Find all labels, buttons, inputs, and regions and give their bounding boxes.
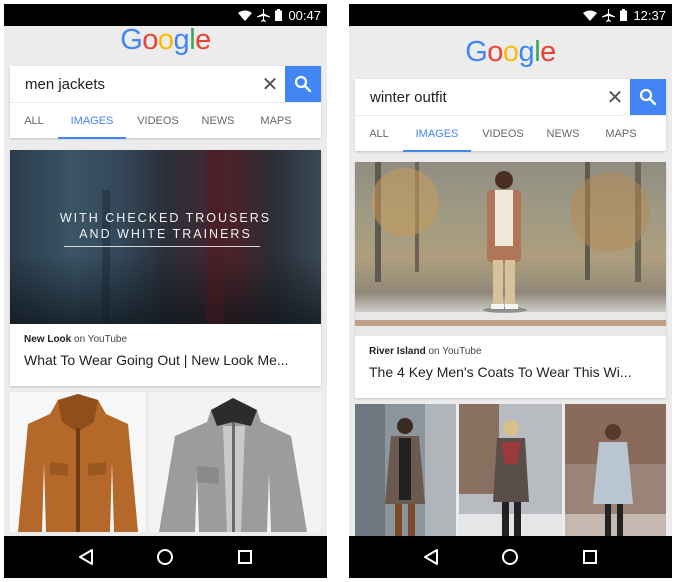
logo-letter: o <box>142 24 158 56</box>
source-suffix: on YouTube <box>74 334 128 345</box>
result-caption: New Look on YouTube What To Wear Going O… <box>10 324 321 368</box>
google-logo: Google <box>349 36 672 69</box>
airplane-icon <box>257 8 271 22</box>
logo-letter: e <box>195 24 211 56</box>
result-caption: River Island on YouTube The 4 Key Men's … <box>355 336 666 380</box>
thumbnail-shade <box>10 254 321 324</box>
tab-news[interactable]: NEWS <box>535 116 591 152</box>
back-button[interactable] <box>75 546 97 568</box>
result-source: River Island on YouTube <box>369 346 652 357</box>
battery-icon <box>275 9 283 21</box>
tab-all[interactable]: ALL <box>355 116 403 152</box>
overlay-text-line-2: AND WHITE TRAINERS <box>79 227 252 241</box>
tab-all[interactable]: ALL <box>10 103 58 139</box>
video-thumbnail[interactable] <box>355 162 666 336</box>
tab-images[interactable]: IMAGES <box>403 116 471 152</box>
search-row: winter outfit ✕ <box>355 79 666 115</box>
back-triangle-icon <box>423 549 438 565</box>
logo-letter: G <box>465 36 488 68</box>
home-button[interactable] <box>499 546 521 568</box>
search-input[interactable]: men jackets <box>10 76 255 93</box>
search-tabs: ALL IMAGES VIDEOS NEWS MAPS <box>10 102 321 139</box>
logo-letter: o <box>157 24 174 56</box>
search-card: winter outfit ✕ ALL IMAGES VIDEOS NEWS M… <box>355 79 666 152</box>
search-button[interactable] <box>285 66 321 102</box>
phone-screen-left: 00:47 Google men jackets ✕ ALL IMAGES VI… <box>4 4 327 578</box>
street-outfit-image-2 <box>459 404 562 544</box>
image-result[interactable] <box>565 404 666 544</box>
logo-letter: o <box>502 36 519 68</box>
airplane-icon <box>602 8 616 22</box>
overlay-text-line-1: WITH CHECKED TROUSERS <box>59 211 272 225</box>
recents-button[interactable] <box>579 546 601 568</box>
back-button[interactable] <box>420 546 442 568</box>
source-suffix: on YouTube <box>428 346 482 357</box>
search-icon <box>639 88 657 106</box>
google-logo: Google <box>4 24 327 57</box>
home-circle-icon <box>157 549 174 565</box>
street-outfit-image-3 <box>565 404 666 544</box>
search-tabs: ALL IMAGES VIDEOS NEWS MAPS <box>355 115 666 152</box>
recents-button[interactable] <box>234 546 256 568</box>
street-outfit-image-1 <box>355 404 456 544</box>
android-nav-bar <box>349 536 672 578</box>
logo-letter: g <box>518 36 535 68</box>
source-name: New Look <box>24 334 72 345</box>
image-grid <box>10 392 321 532</box>
logo-letter: G <box>120 24 143 56</box>
video-thumbnail[interactable]: WITH CHECKED TROUSERS AND WHITE TRAINERS <box>10 150 321 324</box>
recents-square-icon <box>583 550 598 564</box>
wifi-icon <box>583 10 598 21</box>
tab-images[interactable]: IMAGES <box>58 103 126 139</box>
image-result[interactable] <box>10 392 146 532</box>
tab-maps[interactable]: MAPS <box>591 116 651 152</box>
status-bar: 00:47 <box>4 4 327 26</box>
search-input[interactable]: winter outfit <box>355 89 600 106</box>
image-grid <box>355 404 666 544</box>
home-circle-icon <box>502 549 519 565</box>
logo-letter: e <box>540 36 556 68</box>
grey-jacket-image <box>159 398 307 532</box>
brown-jacket-image <box>18 394 138 532</box>
phone-screen-right: 12:37 Google winter outfit ✕ ALL IMAGES … <box>349 4 672 578</box>
video-result-card[interactable]: River Island on YouTube The 4 Key Men's … <box>355 162 666 398</box>
android-nav-bar <box>4 536 327 578</box>
close-icon[interactable]: ✕ <box>255 72 285 97</box>
source-name: River Island <box>369 346 426 357</box>
logo-letter: o <box>487 36 503 68</box>
battery-icon <box>620 9 628 21</box>
search-button[interactable] <box>630 79 666 115</box>
home-button[interactable] <box>154 546 176 568</box>
image-result[interactable] <box>355 404 456 544</box>
search-card: men jackets ✕ ALL IMAGES VIDEOS NEWS MAP… <box>10 66 321 139</box>
tab-maps[interactable]: MAPS <box>246 103 306 139</box>
result-title[interactable]: What To Wear Going Out | New Look Me... <box>24 352 307 368</box>
image-result[interactable] <box>149 392 321 532</box>
logo-letter: g <box>173 24 190 56</box>
video-result-card[interactable]: WITH CHECKED TROUSERS AND WHITE TRAINERS… <box>10 150 321 386</box>
status-time: 00:47 <box>288 7 321 23</box>
back-triangle-icon <box>78 549 93 565</box>
status-bar: 12:37 <box>349 4 672 26</box>
tab-news[interactable]: NEWS <box>190 103 246 139</box>
recents-square-icon <box>238 550 253 564</box>
image-result[interactable] <box>459 404 562 544</box>
tab-videos[interactable]: VIDEOS <box>471 116 535 152</box>
thumbnail-scene <box>355 162 666 336</box>
search-icon <box>294 75 312 93</box>
search-row: men jackets ✕ <box>10 66 321 102</box>
tab-videos[interactable]: VIDEOS <box>126 103 190 139</box>
wifi-icon <box>238 10 253 21</box>
result-title[interactable]: The 4 Key Men's Coats To Wear This Wi... <box>369 364 652 380</box>
close-icon[interactable]: ✕ <box>600 85 630 110</box>
result-source: New Look on YouTube <box>24 334 307 345</box>
overlay-rule <box>64 246 260 247</box>
status-time: 12:37 <box>633 7 666 23</box>
